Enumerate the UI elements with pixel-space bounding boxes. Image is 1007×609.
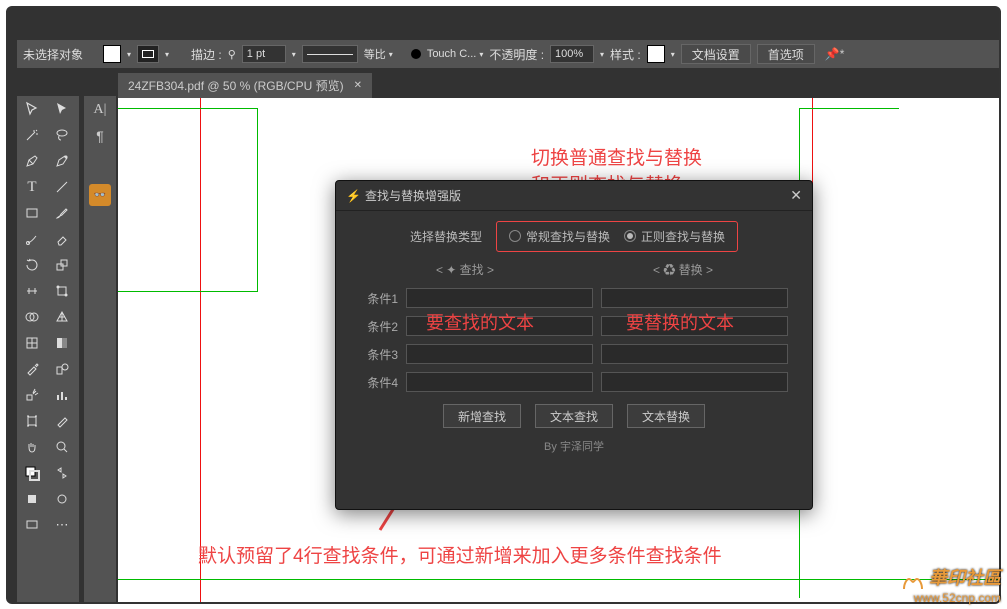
- find-input-3[interactable]: [406, 344, 593, 364]
- plugin-icon[interactable]: 👓: [89, 184, 111, 206]
- artwork-path: [118, 108, 258, 292]
- find-replace-dialog: ⚡ 查找与替换增强版 ✕ 选择替换类型 常规查找与替换 正则查找与替换 < ✦ …: [335, 180, 813, 510]
- replace-type-group: 常规查找与替换 正则查找与替换: [496, 221, 738, 252]
- doc-setup-button[interactable]: 文档设置: [681, 44, 751, 64]
- radio-regex[interactable]: 正则查找与替换: [624, 228, 725, 245]
- opacity-dd[interactable]: ▾: [600, 50, 604, 59]
- find-input-2[interactable]: [406, 316, 593, 336]
- pen-tool[interactable]: [17, 148, 47, 174]
- curvature-tool[interactable]: [47, 148, 77, 174]
- artwork-path: [118, 579, 999, 580]
- row-label: 条件3: [360, 346, 398, 363]
- style-swatch[interactable]: [647, 45, 665, 63]
- replace-input-3[interactable]: [601, 344, 788, 364]
- hand-tool[interactable]: [17, 434, 47, 460]
- shaper-tool[interactable]: [17, 226, 47, 252]
- annotation-bottom: 默认预留了4行查找条件，可通过新增来加入更多条件查找条件: [198, 544, 722, 571]
- stroke-weight-link[interactable]: ⚲: [228, 48, 236, 61]
- replace-input-4[interactable]: [601, 372, 788, 392]
- find-column-header: < ✦ 查找 >: [356, 261, 574, 278]
- left-panel-strip: A| ¶ 👓: [84, 96, 116, 604]
- rotate-tool[interactable]: [17, 252, 47, 278]
- options-bar: 未选择对象 ▾ ▾ 描边 : ⚲ 1 pt ▾ 等比 ▾ Touch C... …: [17, 40, 999, 68]
- document-tab[interactable]: 24ZFB304.pdf @ 50 % (RGB/CPU 预览) ✕: [118, 73, 372, 98]
- symbol-sprayer-tool[interactable]: [17, 382, 47, 408]
- fill-dropdown[interactable]: ▾: [127, 50, 131, 59]
- bolt-icon: ⚡: [346, 189, 361, 203]
- watermark: 華印社區 www.52cnp.com: [900, 568, 1001, 605]
- paragraph-panel-icon[interactable]: ¶: [96, 128, 104, 144]
- type-tool[interactable]: T: [17, 174, 47, 200]
- swap-fill-stroke[interactable]: [47, 460, 77, 486]
- find-input-4[interactable]: [406, 372, 593, 392]
- stroke-profile-preview[interactable]: [302, 45, 358, 63]
- magic-wand-tool[interactable]: [17, 122, 47, 148]
- dialog-footer: By 宇泽同学: [336, 438, 812, 454]
- close-icon[interactable]: ✕: [790, 187, 802, 204]
- direct-selection-tool[interactable]: [47, 96, 77, 122]
- uniform-dd[interactable]: 等比 ▾: [364, 46, 393, 62]
- text-find-button[interactable]: 文本查找: [535, 404, 613, 428]
- toolbox: T ⋯: [17, 96, 79, 602]
- rectangle-tool[interactable]: [17, 200, 47, 226]
- document-tabs: 24ZFB304.pdf @ 50 % (RGB/CPU 预览) ✕: [118, 73, 999, 97]
- slice-tool[interactable]: [47, 408, 77, 434]
- radio-normal[interactable]: 常规查找与替换: [509, 228, 610, 245]
- stroke-swatch[interactable]: [137, 45, 159, 63]
- zoom-tool[interactable]: [47, 434, 77, 460]
- close-icon[interactable]: ✕: [354, 80, 362, 91]
- shape-builder-tool[interactable]: [17, 304, 47, 330]
- paintbrush-tool[interactable]: [47, 200, 77, 226]
- fill-stroke-indicator[interactable]: [17, 460, 47, 486]
- add-find-button[interactable]: 新增查找: [443, 404, 521, 428]
- perspective-grid-tool[interactable]: [47, 304, 77, 330]
- line-tool[interactable]: [47, 174, 77, 200]
- column-graph-tool[interactable]: [47, 382, 77, 408]
- character-panel-icon[interactable]: A|: [94, 102, 107, 118]
- tab-title: 24ZFB304.pdf @ 50 % (RGB/CPU 预览): [128, 77, 344, 94]
- type-label: 选择替换类型: [410, 228, 482, 245]
- scale-tool[interactable]: [47, 252, 77, 278]
- width-tool[interactable]: [17, 278, 47, 304]
- replace-input-2[interactable]: [601, 316, 788, 336]
- artwork-path: [799, 108, 899, 598]
- app-window: 未选择对象 ▾ ▾ 描边 : ⚲ 1 pt ▾ 等比 ▾ Touch C... …: [6, 6, 1001, 604]
- style-dd[interactable]: ▾: [671, 50, 675, 59]
- row-label: 条件2: [360, 318, 398, 335]
- edit-toolbar[interactable]: ⋯: [47, 512, 77, 538]
- no-selection-label: 未选择对象: [23, 46, 83, 63]
- replace-input-1[interactable]: [601, 288, 788, 308]
- replace-column-header: < ♻ 替换 >: [574, 261, 792, 278]
- stroke-dropdown[interactable]: ▾: [165, 50, 169, 59]
- pin-icon[interactable]: 📌*: [825, 47, 845, 61]
- stroke-weight-input[interactable]: 1 pt: [242, 45, 286, 63]
- style-label: 样式 :: [610, 46, 641, 63]
- eyedropper-tool[interactable]: [17, 356, 47, 382]
- draw-mode[interactable]: [47, 486, 77, 512]
- free-transform-tool[interactable]: [47, 278, 77, 304]
- opacity-label: 不透明度 :: [489, 46, 544, 63]
- gradient-tool[interactable]: [47, 330, 77, 356]
- stroke-weight-dd[interactable]: ▾: [292, 50, 296, 59]
- brush-profile-dd[interactable]: Touch C... ▾: [427, 48, 484, 60]
- artboard-tool[interactable]: [17, 408, 47, 434]
- preferences-button[interactable]: 首选项: [757, 44, 815, 64]
- find-input-1[interactable]: [406, 288, 593, 308]
- dialog-title: 查找与替换增强版: [365, 187, 461, 204]
- color-mode[interactable]: [17, 486, 47, 512]
- row-label: 条件1: [360, 290, 398, 307]
- eraser-tool[interactable]: [47, 226, 77, 252]
- mesh-tool[interactable]: [17, 330, 47, 356]
- dialog-titlebar: ⚡ 查找与替换增强版 ✕: [336, 181, 812, 211]
- blend-tool[interactable]: [47, 356, 77, 382]
- fill-swatch[interactable]: [103, 45, 121, 63]
- opacity-input[interactable]: 100%: [550, 45, 594, 63]
- stroke-label: 描边 :: [191, 46, 222, 63]
- lasso-tool[interactable]: [47, 122, 77, 148]
- brush-dot-icon: [411, 49, 421, 59]
- selection-tool[interactable]: [17, 96, 47, 122]
- row-label: 条件4: [360, 374, 398, 391]
- screen-mode[interactable]: [17, 512, 47, 538]
- text-replace-button[interactable]: 文本替换: [627, 404, 705, 428]
